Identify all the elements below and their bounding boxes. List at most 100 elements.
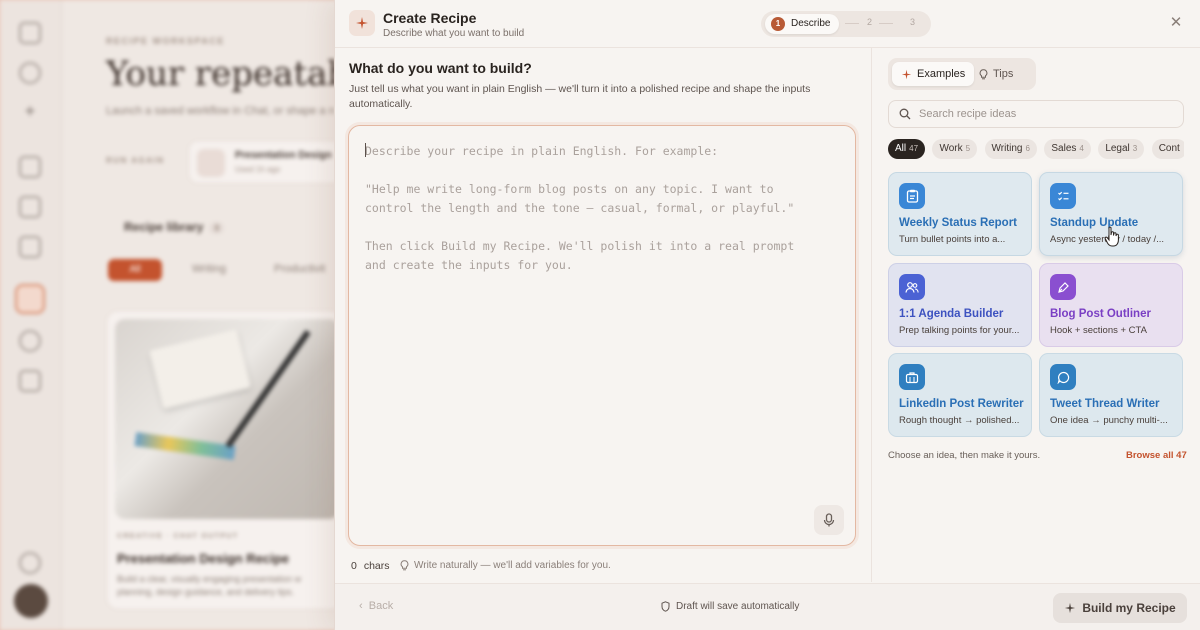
examples-tips-tabs: Examples Tips: [888, 58, 1036, 90]
tab-tips[interactable]: Tips: [970, 62, 1022, 86]
chip-label: Cont: [1158, 143, 1180, 154]
step-separator: [845, 23, 859, 24]
chat-icon[interactable]: [19, 156, 41, 178]
step-separator: [879, 23, 893, 24]
create-recipe-modal: Create Recipe Describe what you want to …: [334, 0, 1200, 630]
example-card-tweet-thread[interactable]: Tweet Thread Writer One idea → punchy mu…: [1039, 353, 1183, 437]
chip-count: 47: [909, 144, 919, 153]
build-recipe-button[interactable]: Build my Recipe: [1053, 593, 1187, 623]
chip-legal[interactable]: Legal 3: [1098, 139, 1145, 159]
run-again-label: RUN AGAIN: [106, 156, 165, 165]
example-card-blog-outliner[interactable]: Blog Post Outliner Hook + sections + CTA: [1039, 263, 1183, 347]
example-card-weekly-status[interactable]: Weekly Status Report Turn bullet points …: [888, 172, 1032, 256]
recipe-card-image: [115, 319, 339, 519]
example-card-title: Standup Update: [1050, 217, 1139, 229]
step-number-1: 1: [771, 17, 785, 31]
add-icon[interactable]: +: [19, 100, 41, 122]
checklist-icon: [1050, 183, 1076, 209]
writing-hint-text: Write naturally — we'll add variables fo…: [414, 560, 611, 571]
step-label: Describe: [791, 18, 831, 29]
mic-button[interactable]: [814, 505, 844, 535]
filter-all[interactable]: All: [108, 259, 162, 281]
filter-productivity[interactable]: Productivit: [274, 263, 325, 275]
close-icon[interactable]: ✕: [1167, 14, 1185, 32]
back-button[interactable]: ‹ Back: [359, 600, 393, 612]
example-card-linkedin[interactable]: LinkedIn Post Rewriter Rough thought → p…: [888, 353, 1032, 437]
example-card-desc: One idea → punchy multi-...: [1050, 415, 1168, 426]
char-count: 0 chars: [351, 560, 390, 572]
chip-writing[interactable]: Writing 6: [984, 139, 1037, 159]
modal-subtitle: Describe what you want to build: [383, 28, 525, 39]
example-card-desc: Turn bullet points into a...: [899, 234, 1006, 245]
example-card-title: LinkedIn Post Rewriter: [899, 398, 1024, 410]
lightbulb-icon: [400, 560, 409, 571]
browse-all-link[interactable]: Browse all 47: [1126, 450, 1187, 461]
example-card-desc: Hook + sections + CTA: [1050, 325, 1147, 336]
shield-icon[interactable]: [19, 552, 41, 574]
draft-status: Draft will save automatically: [661, 601, 799, 612]
recipe-card[interactable]: CREATIVE · CHAT OUTPUT Presentation Desi…: [106, 310, 346, 610]
recipe-description-input[interactable]: [349, 126, 855, 545]
analytics-icon[interactable]: [19, 236, 41, 258]
draft-status-text: Draft will save automatically: [676, 601, 800, 612]
choose-idea-text: Choose an idea, then make it yours.: [888, 450, 1041, 461]
modal-footer: ‹ Back Draft will save automatically Bui…: [335, 583, 1200, 630]
chip-all[interactable]: All 47: [888, 139, 926, 159]
video-icon[interactable]: [19, 196, 41, 218]
recipe-card-meta: CREATIVE · CHAT OUTPUT: [117, 533, 239, 540]
recipe-search[interactable]: [888, 100, 1184, 128]
nav-rail: +: [0, 0, 62, 630]
chip-label: All: [895, 143, 907, 154]
search-icon[interactable]: [19, 62, 41, 84]
chip-sales[interactable]: Sales 4: [1044, 139, 1091, 159]
stepper: 1 Describe 2 3: [761, 11, 931, 37]
modal-header: Create Recipe Describe what you want to …: [335, 0, 1200, 48]
category-chips: All 47 Work 5 Writing 6 Sales 4 Legal 3 Cont: [888, 138, 1184, 160]
question-description: Just tell us what you want in plain Engl…: [349, 83, 811, 110]
recipe-card-desc: Build a clear, visually engaging present…: [117, 574, 302, 597]
step-number-3[interactable]: 3: [910, 17, 915, 27]
column-divider: [871, 48, 872, 582]
chip-label: Writing: [991, 143, 1023, 154]
recipe-library-count: 8: [209, 222, 225, 234]
modal-title: Create Recipe: [383, 10, 477, 26]
search-icon: [899, 108, 911, 120]
step-describe[interactable]: 1 Describe: [765, 14, 839, 34]
chip-label: Sales: [1051, 143, 1077, 154]
example-card-desc: Rough thought → polished...: [899, 415, 1020, 426]
workspace-eyebrow: RECIPE WORKSPACE: [106, 36, 225, 46]
archive-icon[interactable]: [19, 370, 41, 392]
build-recipe-label: Build my Recipe: [1082, 601, 1176, 615]
sparkle-icon: [1065, 602, 1076, 614]
example-card-title: 1:1 Agenda Builder: [899, 308, 1004, 320]
sidebar-toggle-icon[interactable]: [19, 22, 41, 44]
recipe-library-label: Recipe library: [124, 220, 204, 234]
sparkle-icon: [901, 69, 912, 79]
sparkle-icon: [349, 10, 375, 36]
recipe-card-name: Presentation Design Recipe: [117, 551, 289, 566]
shield-icon: [661, 601, 670, 612]
avatar[interactable]: [14, 584, 48, 618]
clipboard-icon: [899, 183, 925, 209]
example-card-title: Blog Post Outliner: [1050, 308, 1151, 320]
filter-writing[interactable]: Writing: [192, 263, 226, 275]
recipe-book-icon[interactable]: [15, 284, 45, 314]
step-number-2[interactable]: 2: [867, 17, 872, 27]
chip-content[interactable]: Cont: [1151, 139, 1184, 159]
example-card-agenda[interactable]: 1:1 Agenda Builder Prep talking points f…: [888, 263, 1032, 347]
tab-examples[interactable]: Examples: [892, 62, 975, 86]
text-cursor: [365, 143, 366, 157]
writing-hint: Write naturally — we'll add variables fo…: [400, 560, 611, 571]
chat-bubble-icon: [1050, 364, 1076, 390]
microphone-icon: [823, 513, 835, 527]
phone-icon[interactable]: [19, 330, 41, 352]
example-card-title: Weekly Status Report: [899, 217, 1018, 229]
chip-count: 5: [965, 144, 971, 153]
search-input[interactable]: [919, 101, 1179, 127]
chip-work[interactable]: Work 5: [932, 139, 978, 159]
chip-count: 3: [1132, 144, 1138, 153]
recipe-description-field[interactable]: [348, 125, 856, 546]
chevron-left-icon: ‹: [359, 600, 363, 612]
char-count-label: chars: [363, 560, 390, 572]
pen-nib-icon: [1050, 274, 1076, 300]
